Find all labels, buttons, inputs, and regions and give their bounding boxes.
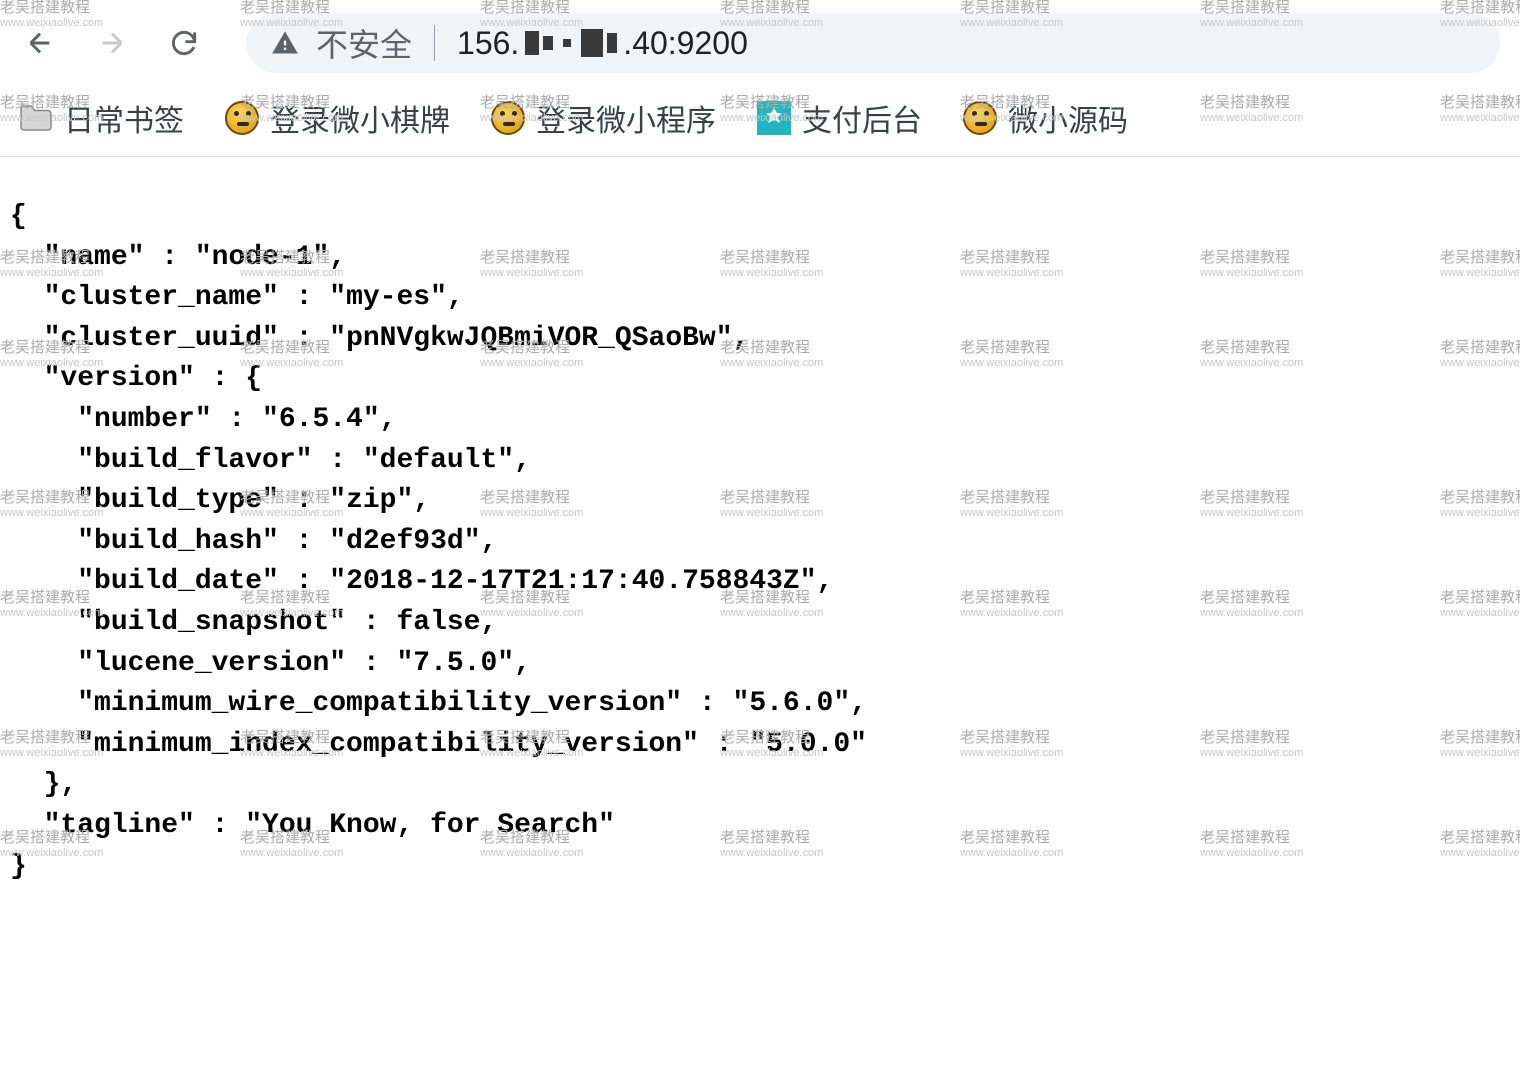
browser-chrome: 不安全 156. .40:9200 日常书签 xyxy=(0,0,1520,157)
bookmark-source-code[interactable]: 微小源码 xyxy=(962,96,1128,140)
json-name: node-1 xyxy=(212,242,313,273)
json-version-number: 6.5.4 xyxy=(279,404,363,435)
bookmark-label: 支付后台 xyxy=(802,96,922,140)
bookmark-label: 日常书签 xyxy=(64,96,184,140)
warning-icon xyxy=(270,29,300,57)
favicon-icon xyxy=(756,100,792,136)
bookmark-label: 微小源码 xyxy=(1008,96,1128,140)
bookmark-login-chess[interactable]: 登录微小棋牌 xyxy=(224,96,450,140)
arrow-right-icon xyxy=(96,27,128,59)
json-tagline: You Know, for Search xyxy=(262,810,598,841)
url-display: 156. .40:9200 xyxy=(457,25,748,62)
address-bar[interactable]: 不安全 156. .40:9200 xyxy=(246,13,1500,73)
url-prefix: 156. xyxy=(457,25,519,62)
json-build-type: zip xyxy=(346,485,396,516)
json-min-index-compat: 5.0.0 xyxy=(766,729,850,760)
separator xyxy=(434,25,435,61)
json-build-hash: d2ef93d xyxy=(346,526,464,557)
reload-icon xyxy=(168,27,200,59)
bookmark-label: 登录微小棋牌 xyxy=(270,96,450,140)
navigation-toolbar: 不安全 156. .40:9200 xyxy=(0,0,1520,86)
favicon-icon xyxy=(490,100,526,136)
json-min-wire-compat: 5.6.0 xyxy=(749,688,833,719)
bookmark-login-miniapp[interactable]: 登录微小程序 xyxy=(490,96,716,140)
json-build-snapshot: false xyxy=(396,607,480,638)
folder-icon xyxy=(18,100,54,136)
json-cluster-uuid: pnNVgkwJQBmiVOR_QSaoBw xyxy=(346,323,716,354)
favicon-icon xyxy=(224,100,260,136)
url-censored xyxy=(525,29,617,57)
json-cluster-name: my-es xyxy=(346,282,430,313)
json-response-body: { "name" : "node-1", "cluster_name" : "m… xyxy=(0,157,1520,897)
arrow-left-icon xyxy=(24,27,56,59)
json-build-flavor: default xyxy=(380,445,498,476)
forward-button[interactable] xyxy=(92,23,132,63)
json-build-date: 2018-12-17T21:17:40.758843Z xyxy=(346,566,800,597)
reload-button[interactable] xyxy=(164,23,204,63)
favicon-icon xyxy=(962,100,998,136)
json-lucene-version: 7.5.0 xyxy=(413,648,497,679)
bookmarks-bar: 日常书签 登录微小棋牌 登录微小程序 支付后台 微小源码 xyxy=(0,86,1520,157)
bookmark-payment-admin[interactable]: 支付后台 xyxy=(756,96,922,140)
security-status: 不安全 xyxy=(316,20,412,66)
url-suffix: .40:9200 xyxy=(623,25,748,62)
back-button[interactable] xyxy=(20,23,60,63)
bookmark-folder-daily[interactable]: 日常书签 xyxy=(18,96,184,140)
bookmark-label: 登录微小程序 xyxy=(536,96,716,140)
